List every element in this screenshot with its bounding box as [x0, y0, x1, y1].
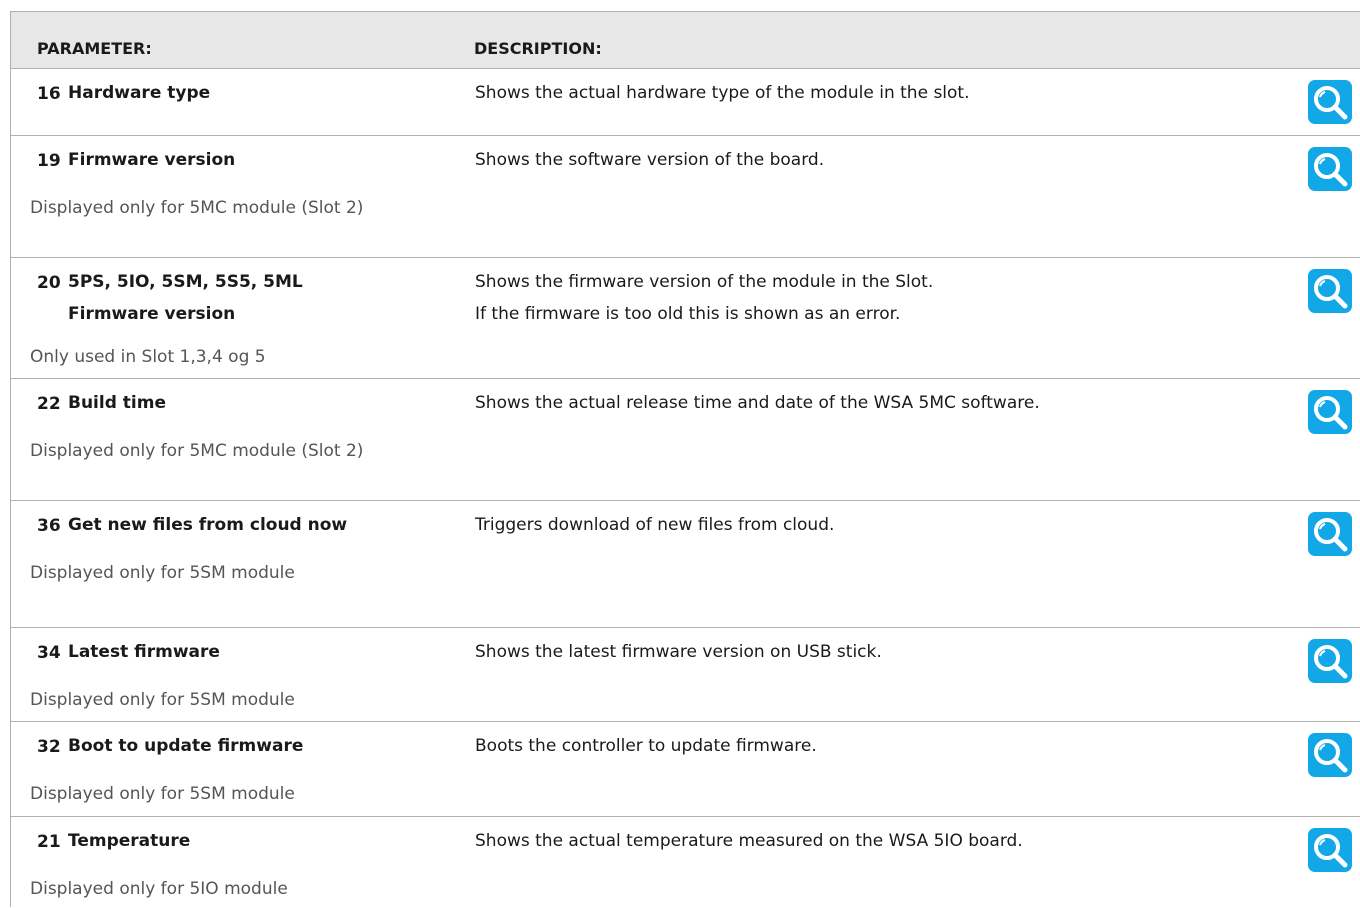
- magnifier-icon[interactable]: [1308, 733, 1352, 777]
- magnifier-icon[interactable]: [1308, 390, 1352, 434]
- parameter-number: 16: [37, 84, 61, 104]
- description-line: Triggers download of new files from clou…: [475, 515, 835, 535]
- description-line: If the firmware is too old this is shown…: [475, 304, 901, 324]
- description-line: Shows the firmware version of the module…: [475, 272, 934, 292]
- parameter-note: Displayed only for 5IO module: [30, 879, 288, 899]
- parameter-description: Shows the software version of the board.: [475, 144, 1295, 176]
- table-row: 16 Hardware type Shows the actual hardwa…: [11, 69, 1360, 136]
- parameter-table: PARAMETER: DESCRIPTION: 16 Hardware type…: [10, 11, 1360, 907]
- parameter-description: Shows the actual hardware type of the mo…: [475, 77, 1295, 109]
- parameter-name: Latest firmware: [68, 642, 220, 662]
- table-header: PARAMETER: DESCRIPTION:: [11, 12, 1360, 69]
- parameter-description: Triggers download of new files from clou…: [475, 509, 1295, 541]
- table-row: 21 Temperature Displayed only for 5IO mo…: [11, 817, 1360, 908]
- parameter-name: Build time: [68, 393, 166, 413]
- table-row: 34 Latest firmware Displayed only for 5S…: [11, 628, 1360, 722]
- magnifier-icon[interactable]: [1308, 512, 1352, 556]
- parameter-name: Temperature: [68, 831, 191, 851]
- magnifier-icon[interactable]: [1308, 639, 1352, 683]
- parameter-name: Hardware type: [68, 83, 211, 103]
- parameter-name: 5PS, 5IO, 5SM, 5S5, 5ML Firmware version: [68, 272, 303, 324]
- parameter-description: Boots the controller to update firmware.: [475, 730, 1295, 762]
- parameter-name: Firmware version: [68, 150, 236, 170]
- parameter-note: Displayed only for 5MC module (Slot 2): [30, 441, 364, 461]
- table-row: 36 Get new files from cloud now Displaye…: [11, 501, 1360, 628]
- parameter-number: 20: [37, 273, 61, 293]
- parameter-name: Get new files from cloud now: [68, 515, 348, 535]
- parameter-number: 36: [37, 516, 61, 536]
- description-line: Shows the latest firmware version on USB…: [475, 642, 882, 662]
- parameter-description: Shows the latest firmware version on USB…: [475, 636, 1295, 668]
- description-line: Shows the actual temperature measured on…: [475, 831, 1023, 851]
- parameter-note: Displayed only for 5SM module: [30, 690, 295, 710]
- parameter-number: 21: [37, 832, 61, 852]
- description-line: Shows the actual hardware type of the mo…: [475, 83, 970, 103]
- description-column-header: DESCRIPTION:: [474, 39, 602, 58]
- table-row: 32 Boot to update firmware Displayed onl…: [11, 722, 1360, 817]
- magnifier-icon[interactable]: [1308, 147, 1352, 191]
- parameter-column-header: PARAMETER:: [37, 39, 152, 58]
- table-row: 22 Build time Displayed only for 5MC mod…: [11, 379, 1360, 501]
- description-line: Shows the software version of the board.: [475, 150, 825, 170]
- description-line: Boots the controller to update firmware.: [475, 736, 817, 756]
- parameter-number: 19: [37, 151, 61, 171]
- parameter-description: Shows the firmware version of the module…: [475, 266, 1295, 330]
- parameter-description: Shows the actual release time and date o…: [475, 387, 1295, 419]
- parameter-note: Displayed only for 5MC module (Slot 2): [30, 198, 364, 218]
- magnifier-icon[interactable]: [1308, 269, 1352, 313]
- magnifier-icon[interactable]: [1308, 80, 1352, 124]
- parameter-number: 34: [37, 643, 61, 663]
- magnifier-icon[interactable]: [1308, 828, 1352, 872]
- description-line: Shows the actual release time and date o…: [475, 393, 1040, 413]
- parameter-number: 32: [37, 737, 61, 757]
- parameter-name: Boot to update firmware: [68, 736, 304, 756]
- table-row: 19 Firmware version Displayed only for 5…: [11, 136, 1360, 258]
- parameter-note: Displayed only for 5SM module: [30, 563, 295, 583]
- parameter-note: Displayed only for 5SM module: [30, 784, 295, 804]
- parameter-number: 22: [37, 394, 61, 414]
- parameter-note: Only used in Slot 1,3,4 og 5: [30, 347, 266, 367]
- table-row: 20 5PS, 5IO, 5SM, 5S5, 5ML Firmware vers…: [11, 258, 1360, 379]
- parameter-description: Shows the actual temperature measured on…: [475, 825, 1295, 857]
